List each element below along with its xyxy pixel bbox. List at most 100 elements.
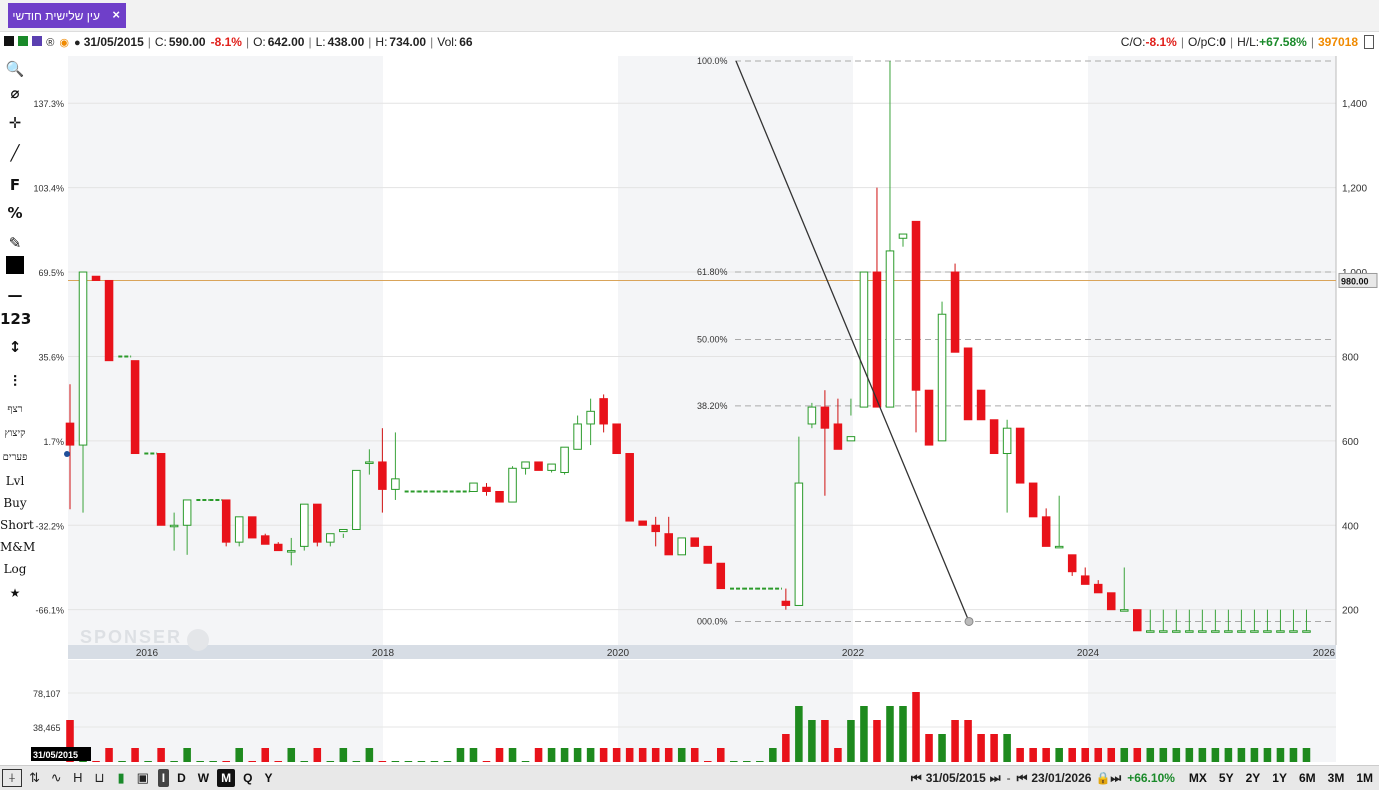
area-type-icon[interactable]: ⊔ — [91, 770, 109, 786]
y-right-tick: 200 — [1342, 606, 1359, 617]
from-date[interactable]: 31/05/2015 — [926, 771, 986, 785]
volume-bar — [1159, 748, 1168, 762]
candle-body — [169, 524, 179, 528]
candle-body — [1028, 482, 1038, 518]
volume-bar — [573, 748, 582, 762]
candle-type-icon[interactable]: ⍭ — [2, 769, 22, 787]
lock-icon[interactable]: 🔒 — [1095, 771, 1110, 785]
y-left-tick: 103.4% — [33, 184, 64, 194]
volume-bar — [717, 748, 725, 762]
candle-body — [1015, 427, 1025, 484]
volume-bar — [534, 748, 543, 762]
candle-body — [1041, 516, 1051, 547]
candle-body — [1185, 630, 1194, 633]
candle-body — [963, 347, 973, 421]
watermark: SPONSER — [80, 627, 182, 647]
candle-body — [573, 423, 582, 450]
candle-body — [313, 503, 322, 543]
candle-body — [807, 406, 817, 425]
volume-bar — [1237, 748, 1246, 762]
volume-bar — [1016, 748, 1024, 762]
save-icon[interactable]: ▣ — [134, 770, 152, 786]
volume-bar — [1120, 748, 1129, 762]
volume-bar — [886, 706, 894, 762]
y-left-tick: -66.1% — [35, 606, 64, 616]
color-type-icon[interactable]: ▮ — [112, 770, 130, 786]
next-icon[interactable]: ⏭ — [990, 771, 1001, 786]
candle-body — [1067, 554, 1077, 573]
volume-bar — [430, 761, 439, 762]
candle-body — [391, 478, 400, 490]
candle-body — [820, 406, 830, 429]
candle-body — [976, 389, 986, 421]
candle-body — [1302, 630, 1311, 633]
range-button-mx[interactable]: MX — [1185, 769, 1211, 787]
volume-bar — [586, 748, 595, 762]
candle-body — [469, 482, 478, 493]
candle-body — [182, 499, 192, 526]
line-type-icon[interactable]: ∿ — [47, 770, 65, 786]
candle-body — [495, 491, 504, 503]
volume-bar — [196, 761, 204, 762]
volume-bar — [664, 748, 673, 762]
range-change: +66.10% — [1127, 771, 1175, 785]
ohlc-type-icon[interactable]: H — [69, 770, 87, 785]
last-icon[interactable]: ⏭ — [1110, 771, 1121, 786]
volume-bar — [990, 734, 998, 762]
candle-body — [690, 537, 700, 547]
range-button-1y[interactable]: 1Y — [1268, 769, 1291, 787]
candle-body — [104, 279, 114, 362]
y-left-tick: 1.7% — [43, 437, 64, 447]
volume-bar — [756, 761, 764, 762]
volume-bar — [1263, 748, 1272, 762]
volume-bar — [1003, 734, 1011, 762]
candle-body — [911, 220, 921, 391]
bar-type-icon[interactable]: ⇅ — [26, 770, 44, 786]
candle-body — [273, 543, 283, 552]
range-button-6m[interactable]: 6M — [1295, 769, 1320, 787]
range-button-5y[interactable]: 5Y — [1215, 769, 1238, 787]
price-chart[interactable]: 1,4001,2001,000800600400200137.3%103.4%6… — [0, 0, 1379, 765]
y-left-tick: -32.2% — [35, 521, 64, 531]
volume-bar — [300, 761, 309, 762]
volume-band — [618, 660, 853, 762]
candle-body — [352, 469, 361, 530]
volume-bar — [326, 761, 335, 762]
prev-icon[interactable]: ⏮ — [1017, 771, 1028, 786]
volume-bar — [560, 748, 569, 762]
x-year-label: 2018 — [372, 648, 395, 659]
candle-body — [1054, 545, 1064, 549]
period-button-w[interactable]: W — [194, 769, 213, 787]
y-left-tick: 137.3% — [33, 99, 64, 109]
volume-bar — [118, 761, 126, 762]
volume-bar — [248, 761, 256, 762]
period-button-d[interactable]: D — [173, 769, 190, 787]
candle-body — [638, 520, 647, 526]
volume-bar — [899, 706, 907, 762]
range-button-2y[interactable]: 2Y — [1242, 769, 1265, 787]
chart-type-icons[interactable]: ⍭ ⇅ ∿ H ⊔ ▮ ▣ — [2, 769, 152, 787]
candle-body — [560, 446, 569, 474]
period-button-y[interactable]: Y — [260, 769, 276, 787]
volume-bar — [964, 720, 972, 762]
first-icon[interactable]: ⏮ — [911, 771, 922, 786]
volume-bar — [417, 761, 426, 762]
fib-level-label: 50.00% — [697, 335, 728, 345]
period-button-m[interactable]: M — [217, 769, 236, 787]
volume-bar — [769, 748, 777, 762]
volume-bar — [456, 748, 465, 762]
range-button-3m[interactable]: 3M — [1324, 769, 1349, 787]
volume-bar — [703, 761, 712, 762]
y-right-tick: 1,400 — [1342, 99, 1367, 110]
volume-bar — [1042, 748, 1050, 762]
candle-body — [286, 550, 296, 553]
candle-body — [482, 486, 491, 493]
period-button-i[interactable]: I — [157, 769, 170, 787]
candle-body — [156, 453, 166, 526]
y-right-tick: 1,200 — [1342, 184, 1367, 195]
volume-bar — [821, 720, 829, 762]
period-button-q[interactable]: Q — [239, 769, 256, 787]
volume-bar — [1198, 748, 1207, 762]
to-date[interactable]: 23/01/2026 — [1031, 771, 1091, 785]
range-button-1m[interactable]: 1M — [1352, 769, 1377, 787]
